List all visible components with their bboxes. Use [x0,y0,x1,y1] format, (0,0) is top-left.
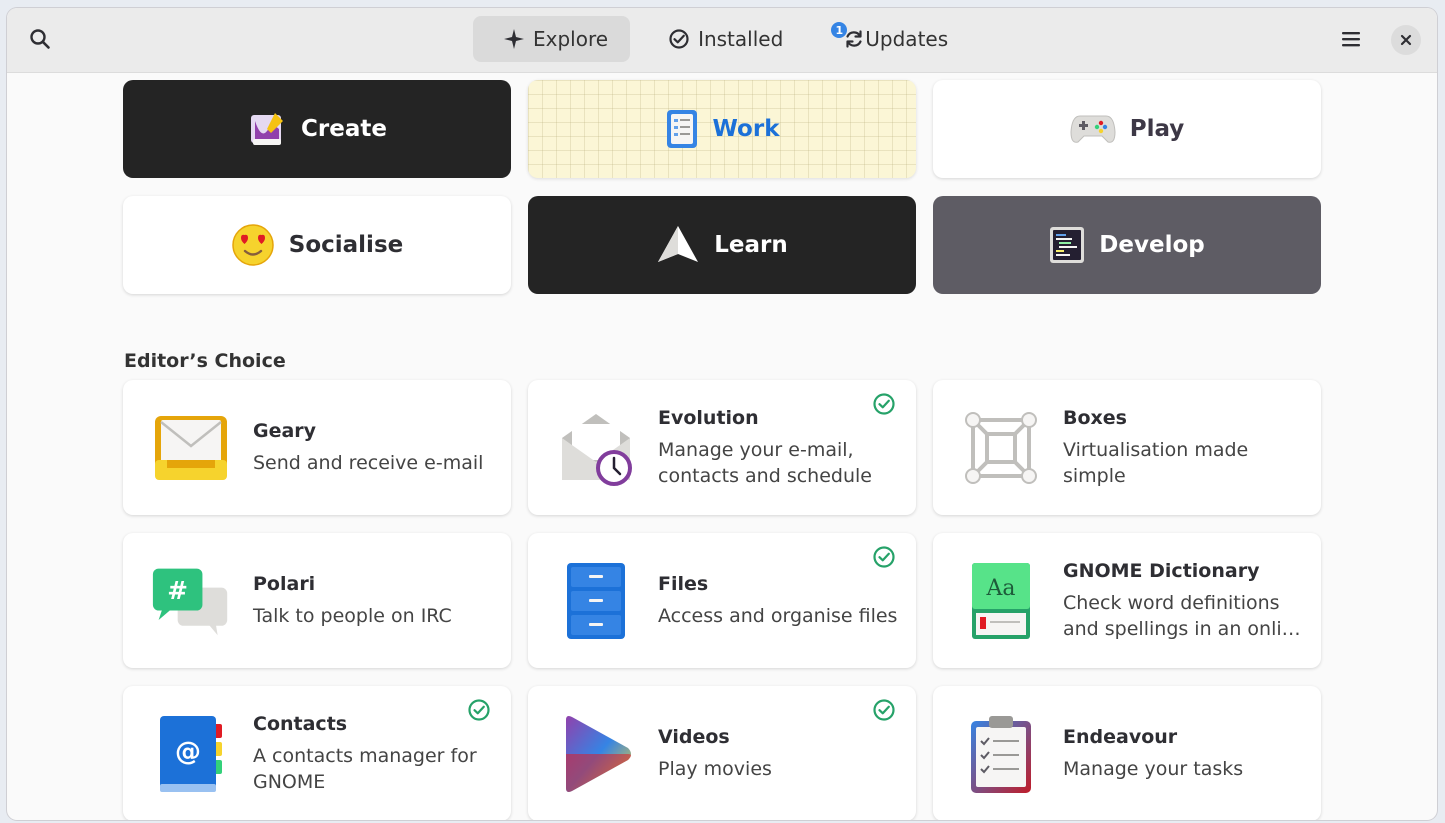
app-description: Virtualisation made simple [1063,438,1249,487]
app-description: Talk to people on IRC [253,604,452,627]
tab-explore[interactable]: Explore [473,16,631,62]
evolution-mail-clock-icon [556,408,636,488]
svg-text:Aa: Aa [985,576,1015,601]
main-menu-button[interactable] [1334,22,1368,56]
app-description: Check word definitions and spellings in … [1063,591,1301,640]
app-tile-evolution[interactable]: Evolution Manage your e-mail, contacts a… [528,380,916,515]
app-description: Manage your tasks [1063,757,1244,780]
boxes-cube-icon [961,408,1041,488]
app-tile-contacts[interactable]: @ Contacts A contacts manager for GNOME [123,686,511,820]
app-name: Boxes [1063,406,1127,429]
editors-choice-grid: Geary Send and receive e-mail Evolution [123,380,1321,820]
app-name: Polari [253,572,316,595]
tab-installed[interactable]: Installed [638,16,805,62]
work-clipboard-icon [666,110,697,148]
app-name: Endeavour [1063,725,1178,748]
app-tile-files[interactable]: Files Access and organise files [528,533,916,668]
category-play-label: Play [1129,116,1185,142]
close-button[interactable] [1391,25,1421,55]
app-name: Geary [253,419,317,442]
app-description: Manage your e-mail, contacts and schedul… [658,438,872,487]
app-name: Contacts [253,712,348,735]
geary-mail-icon [151,408,231,488]
header-bar: Explore Installed 1 Updates [7,8,1437,73]
category-develop[interactable]: Develop [933,196,1321,294]
category-develop-label: Develop [1099,232,1205,258]
app-tile-boxes[interactable]: Boxes Virtualisation made simple [933,380,1321,515]
tab-updates[interactable]: 1 Updates [813,16,970,62]
create-paint-icon [251,113,284,145]
app-description: Play movies [658,757,772,780]
tab-explore-label: Explore [533,27,609,51]
app-name: GNOME Dictionary [1063,559,1260,582]
category-work-label: Work [712,116,780,142]
category-create[interactable]: Create [123,80,511,178]
app-tile-geary[interactable]: Geary Send and receive e-mail [123,380,511,515]
category-play[interactable]: Play [933,80,1321,178]
category-create-label: Create [301,116,387,142]
polari-chat-icon: # [151,561,231,641]
app-name: Videos [658,725,730,748]
category-work[interactable]: Work [528,80,916,178]
app-description: Access and organise files [658,604,898,627]
close-icon [1400,34,1412,46]
search-button[interactable] [23,22,57,56]
tab-updates-label: Updates [865,27,949,51]
heart-eyes-emoji-icon [232,224,274,266]
app-tile-gnome-dictionary[interactable]: Aa GNOME Dictionary Check word definitio… [933,533,1321,668]
svg-text:@: @ [175,737,201,767]
svg-text:#: # [167,576,188,605]
contacts-book-icon: @ [151,714,231,794]
category-socialise-label: Socialise [288,232,404,258]
installed-check-icon [873,699,895,721]
category-grid: Create Work Play Socialise Learn Develop [123,80,1321,294]
app-tile-videos[interactable]: Videos Play movies [528,686,916,820]
gamepad-icon [1070,115,1116,143]
installed-check-icon [669,29,689,49]
installed-check-icon [873,546,895,568]
explore-icon [504,29,524,49]
app-description: A contacts manager for GNOME [253,744,477,793]
category-socialise[interactable]: Socialise [123,196,511,294]
search-icon [30,29,50,49]
endeavour-checklist-icon [961,714,1041,794]
terminal-code-icon [1050,227,1085,263]
app-name: Files [658,572,709,595]
tab-installed-label: Installed [698,27,784,51]
gnome-software-window: Explore Installed 1 Updates Create Work … [7,8,1437,820]
dictionary-book-icon: Aa [961,561,1041,641]
category-learn[interactable]: Learn [528,196,916,294]
view-switcher: Explore Installed 1 Updates [473,16,970,62]
installed-check-icon [873,393,895,415]
installed-check-icon [468,699,490,721]
editors-choice-heading: Editor’s Choice [124,350,286,372]
videos-play-icon [556,714,636,794]
paper-plane-icon [658,226,699,262]
app-name: Evolution [658,406,759,429]
explore-page: Create Work Play Socialise Learn Develop… [7,73,1437,820]
hamburger-menu-icon [1342,32,1360,47]
category-learn-label: Learn [714,232,788,258]
app-tile-polari[interactable]: # Polari Talk to people on IRC [123,533,511,668]
app-tile-endeavour[interactable]: Endeavour Manage your tasks [933,686,1321,820]
app-description: Send and receive e-mail [253,451,484,474]
files-cabinet-icon [556,561,636,641]
